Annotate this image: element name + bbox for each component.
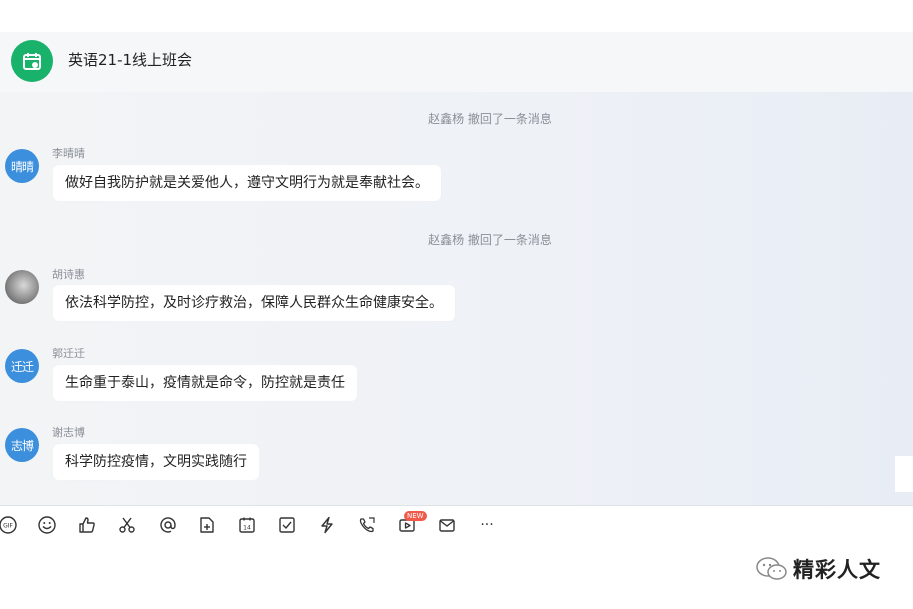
right-edge bbox=[895, 456, 913, 492]
avatar[interactable]: 晴晴 bbox=[5, 149, 39, 183]
lightning-icon[interactable] bbox=[316, 514, 338, 536]
gif-label: GIF bbox=[3, 523, 13, 530]
group-avatar[interactable] bbox=[11, 40, 53, 82]
avatar[interactable]: 迁迁 bbox=[5, 349, 39, 383]
phone-icon[interactable] bbox=[356, 514, 378, 536]
mail-icon[interactable] bbox=[436, 514, 458, 536]
watermark-text: 精彩人文 bbox=[793, 558, 881, 582]
message-bubble[interactable]: 生命重于泰山，疫情就是命令，防控就是责任 bbox=[53, 365, 357, 401]
gif-icon[interactable]: GIF bbox=[0, 514, 19, 536]
file-add-icon[interactable] bbox=[196, 514, 218, 536]
wechat-icon bbox=[756, 557, 787, 580]
sender-name: 谢志博 bbox=[52, 426, 85, 439]
emoji-icon[interactable] bbox=[36, 514, 58, 536]
sender-name: 李晴晴 bbox=[52, 147, 85, 160]
avatar[interactable] bbox=[5, 270, 39, 304]
message-bubble[interactable]: 做好自我防护就是关爱他人，遵守文明行为就是奉献社会。 bbox=[53, 165, 441, 201]
watermark: 精彩人文 bbox=[755, 554, 881, 584]
checkbox-icon[interactable] bbox=[276, 514, 298, 536]
message-bubble[interactable]: 依法科学防控，及时诊疗救治，保障人民群众生命健康安全。 bbox=[53, 285, 455, 321]
recall-notice: 赵鑫杨 撤回了一条消息 bbox=[428, 233, 552, 247]
thumbs-up-icon[interactable] bbox=[76, 514, 98, 536]
avatar[interactable]: 志博 bbox=[5, 428, 39, 462]
message-bubble[interactable]: 科学防控疫情，文明实践随行 bbox=[53, 444, 259, 480]
calendar-label: 14 bbox=[243, 525, 251, 532]
new-badge: NEW bbox=[404, 511, 427, 521]
recall-notice: 赵鑫杨 撤回了一条消息 bbox=[428, 112, 552, 126]
group-title: 英语21-1线上班会 bbox=[68, 51, 193, 69]
more-icon[interactable]: ··· bbox=[476, 514, 498, 536]
sender-name: 胡诗惠 bbox=[52, 268, 85, 281]
at-icon[interactable] bbox=[157, 514, 179, 536]
calendar-group-icon bbox=[23, 53, 41, 70]
scissors-icon[interactable] bbox=[116, 514, 138, 536]
calendar-icon[interactable]: 14 bbox=[236, 514, 258, 536]
sender-name: 郭迁迁 bbox=[52, 347, 85, 360]
top-margin bbox=[0, 0, 913, 32]
